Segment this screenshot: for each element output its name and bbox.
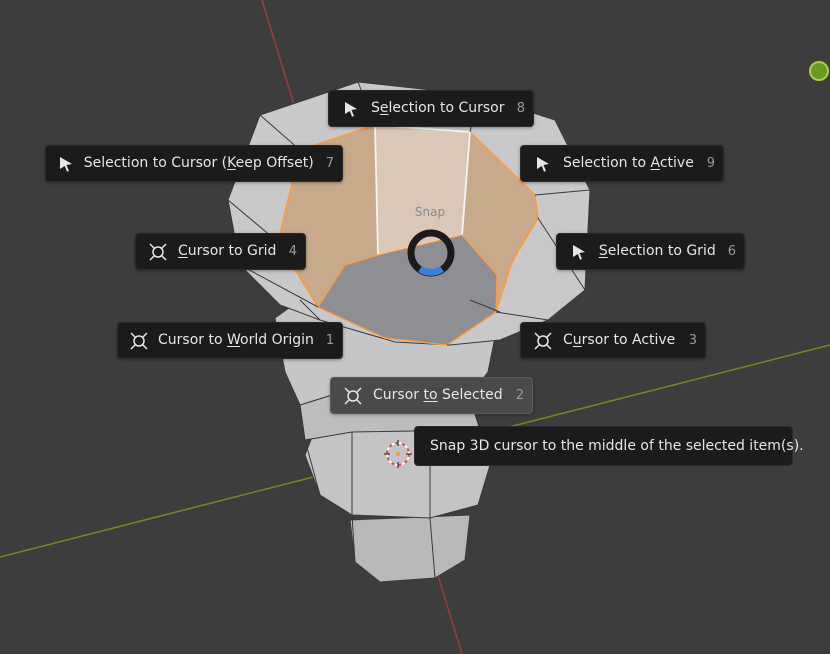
pie-item-cursor-to-world-origin[interactable]: Cursor to World Origin 1: [117, 322, 343, 359]
pie-item-label: Cursor to Grid: [178, 243, 277, 259]
pie-item-cursor-to-grid[interactable]: Cursor to Grid 4: [135, 233, 306, 270]
pie-item-shortcut: 6: [727, 244, 736, 259]
pie-item-label: Cursor to Active: [563, 332, 676, 348]
pie-item-shortcut: 9: [706, 156, 715, 171]
3d-cursor-icon: [148, 242, 168, 262]
3d-cursor-icon: [533, 331, 553, 351]
pie-item-shortcut: 8: [516, 101, 525, 116]
pie-menu-title: Snap: [414, 205, 446, 219]
pie-item-shortcut: 3: [688, 333, 697, 348]
3d-cursor-icon: [130, 331, 148, 351]
pie-item-shortcut: 1: [325, 333, 335, 348]
pie-item-selection-to-cursor[interactable]: Selection to Cursor 8: [328, 90, 534, 127]
pie-item-label: Selection to Cursor (Keep Offset): [83, 155, 314, 171]
pie-item-label: Cursor to Selected: [373, 387, 503, 403]
pie-item-cursor-to-active[interactable]: Cursor to Active 3: [520, 322, 706, 359]
cursor-arrow-icon: [533, 154, 553, 174]
cursor-arrow-icon: [341, 99, 361, 119]
pie-item-label: Cursor to World Origin: [158, 332, 314, 348]
object-origin-marker[interactable]: [809, 61, 829, 81]
pie-item-shortcut: 2: [515, 388, 524, 403]
pie-item-selection-to-cursor-keep-offset[interactable]: Selection to Cursor (Keep Offset) 7: [45, 145, 343, 182]
cursor-arrow-icon: [569, 242, 589, 262]
pie-item-shortcut: 4: [288, 244, 297, 259]
pie-item-shortcut: 7: [325, 156, 334, 171]
tooltip: Snap 3D cursor to the middle of the sele…: [414, 426, 804, 466]
pie-item-label: Selection to Grid: [598, 243, 716, 259]
pie-item-label: Selection to Cursor: [371, 100, 505, 116]
pie-item-selection-to-active[interactable]: Selection to Active 9: [520, 145, 724, 182]
pie-item-selection-to-grid[interactable]: Selection to Grid 6: [556, 233, 745, 270]
pie-item-label: Selection to Active: [563, 155, 694, 171]
cursor-arrow-icon: [58, 154, 74, 174]
pie-item-cursor-to-selected[interactable]: Cursor to Selected 2: [330, 377, 533, 414]
3d-cursor-icon: [343, 386, 363, 406]
